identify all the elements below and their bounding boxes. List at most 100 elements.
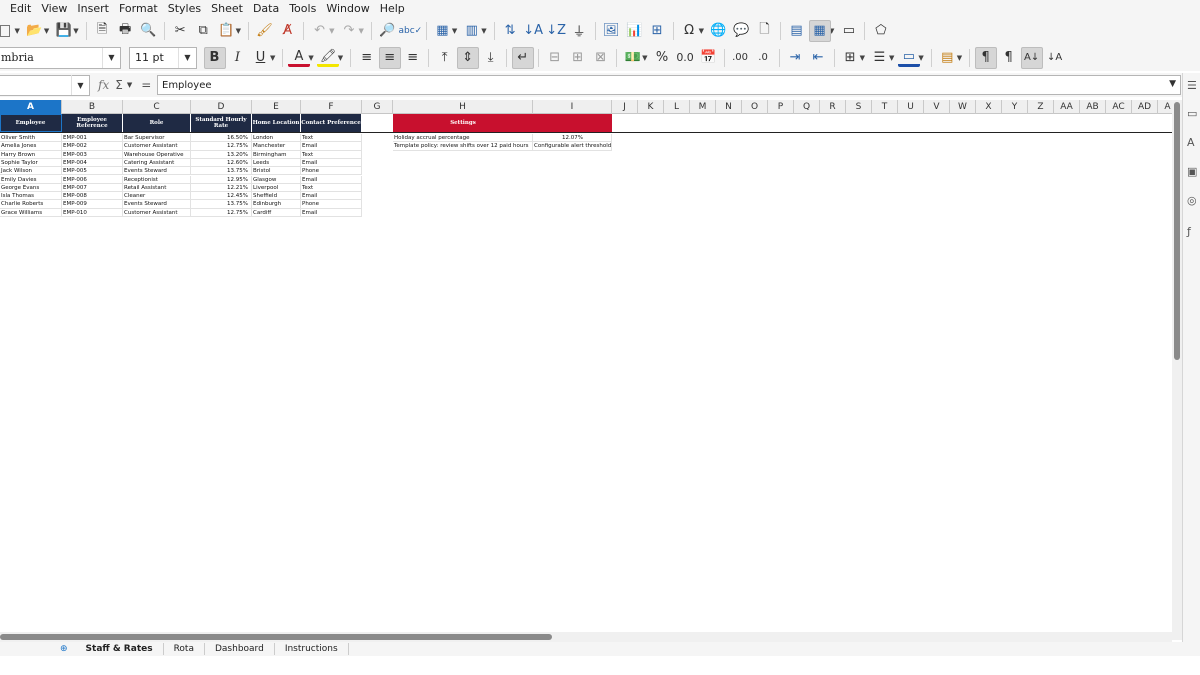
table-header-cell[interactable]: Standard Hourly Rate (191, 114, 252, 132)
table-cell[interactable]: Text (301, 183, 362, 193)
table-cell[interactable]: 12.75% (191, 142, 252, 151)
table-header-cell[interactable]: Role (123, 114, 191, 132)
table-cell[interactable]: 12.45% (191, 192, 252, 201)
paste-icon[interactable]: 📋 (215, 20, 237, 42)
border-style-icon[interactable]: ☰ (868, 47, 890, 69)
column-header[interactable]: V (924, 100, 950, 114)
sidebar-menu-icon[interactable]: ☰ (1187, 79, 1200, 93)
column-header[interactable]: M (690, 100, 716, 114)
table-cell[interactable]: Events Steward (123, 200, 191, 209)
table-cell[interactable]: 12.95% (191, 175, 252, 184)
column-header[interactable]: H (393, 100, 533, 114)
table-header-cell[interactable]: Employee (0, 114, 62, 132)
table-cell[interactable]: 13.75% (191, 200, 252, 209)
table-cell[interactable]: Text (301, 150, 362, 159)
menu-format[interactable]: Format (114, 0, 163, 17)
column-header[interactable]: C (123, 100, 191, 114)
tab-instructions[interactable]: Instructions (275, 643, 349, 655)
text-direction-ttb-icon[interactable]: ↓A (1044, 47, 1066, 69)
merge-center-icon[interactable]: ⊟ (544, 47, 566, 69)
column-header[interactable]: O (742, 100, 768, 114)
define-print-area-icon[interactable]: ▤ (786, 20, 808, 42)
headers-footers-icon[interactable]: 🗋 (754, 20, 776, 42)
export-pdf-icon[interactable]: 🗎 (91, 20, 113, 42)
horizontal-scrollbar[interactable] (0, 632, 1172, 642)
table-cell[interactable]: Bristol (252, 167, 301, 176)
open-icon[interactable]: 📂 (23, 20, 45, 42)
right-to-left-icon[interactable]: ¶ (998, 47, 1020, 69)
clone-formatting-icon[interactable]: 🖌 (254, 20, 276, 42)
pivot-table-icon[interactable]: ⊞ (646, 20, 668, 42)
column-header[interactable]: AD (1132, 100, 1158, 114)
text-direction-ltr-icon[interactable]: A↓ (1020, 46, 1043, 69)
column-header[interactable]: K (638, 100, 664, 114)
insert-chart-icon[interactable]: 📊 (623, 20, 645, 42)
align-bottom-icon[interactable]: ⤓ (480, 47, 502, 69)
table-header-cell[interactable]: Contact Preference (301, 114, 362, 132)
table-cell[interactable]: 12.60% (191, 158, 252, 168)
new-icon[interactable] (0, 20, 16, 42)
table-cell[interactable]: Phone (301, 200, 362, 209)
column-header[interactable]: R (820, 100, 846, 114)
font-size-box[interactable]: 11 pt ▼ (129, 46, 197, 69)
italic-icon[interactable]: I (227, 47, 249, 69)
table-cell[interactable]: EMP-003 (62, 150, 123, 159)
align-right-icon[interactable]: ≡ (402, 47, 424, 69)
table-cell[interactable]: Amelia Jones (0, 142, 62, 151)
split-window-icon[interactable]: ▭ (838, 20, 860, 42)
settings-cell[interactable]: Configurable alert threshold (533, 142, 612, 151)
table-cell[interactable]: Edinburgh (252, 200, 301, 209)
undo-icon[interactable]: ↶ (309, 20, 331, 42)
unmerge-cells-icon[interactable]: ⊠ (590, 47, 612, 69)
menu-edit[interactable]: Edit (0, 0, 36, 17)
settings-cell[interactable]: 12.07% (533, 134, 612, 143)
row-icon[interactable]: ▦ (431, 20, 453, 42)
styles-icon[interactable]: A (1187, 136, 1200, 150)
add-decimal-icon[interactable]: .00 (729, 47, 751, 69)
left-to-right-icon[interactable]: ¶ (974, 46, 997, 69)
table-cell[interactable]: Cardiff (252, 208, 301, 217)
align-left-icon[interactable]: ≡ (356, 47, 378, 69)
align-top-icon[interactable]: ⤒ (434, 47, 456, 69)
print-preview-icon[interactable]: 🔍 (137, 20, 159, 42)
delete-decimal-icon[interactable]: .0 (752, 47, 774, 69)
settings-cell[interactable]: Holiday accrual percentage (393, 134, 533, 143)
vertical-scroll-thumb[interactable] (1174, 102, 1180, 360)
table-cell[interactable]: Email (301, 175, 362, 184)
hyperlink-icon[interactable]: 🌐 (708, 20, 730, 42)
conditional-format-icon[interactable]: ▤ (936, 47, 958, 69)
table-cell[interactable]: Phone (301, 167, 362, 176)
number-format-icon[interactable]: 0.0 (674, 47, 696, 69)
borders-icon[interactable]: ⊞ (839, 47, 861, 69)
table-cell[interactable]: Email (301, 142, 362, 151)
show-draw-functions-icon[interactable]: ⬠ (870, 20, 892, 42)
table-cell[interactable]: EMP-006 (62, 175, 123, 184)
table-cell[interactable]: Isla Thomas (0, 192, 62, 201)
date-format-icon[interactable]: 📅 (697, 47, 719, 69)
table-cell[interactable]: EMP-010 (62, 208, 123, 217)
settings-header-value[interactable] (533, 114, 612, 132)
copy-icon[interactable]: ⧉ (192, 20, 214, 42)
highlight-color-icon[interactable]: 🖍 (317, 49, 340, 67)
table-cell[interactable]: Retail Assistant (123, 183, 191, 193)
table-cell[interactable]: Grace Williams (0, 208, 62, 217)
column-header[interactable]: N (716, 100, 742, 114)
merge-cells-icon[interactable]: ⊞ (567, 47, 589, 69)
horizontal-scroll-thumb[interactable] (0, 634, 552, 640)
sum-icon[interactable]: Σ (115, 78, 123, 92)
settings-header[interactable]: Settings (393, 114, 533, 132)
table-cell[interactable]: Email (301, 208, 362, 217)
column-header[interactable]: Q (794, 100, 820, 114)
table-cell[interactable]: EMP-004 (62, 158, 123, 168)
name-box[interactable]: ▼ (0, 74, 90, 96)
column-header[interactable]: S (846, 100, 872, 114)
table-cell[interactable]: London (252, 134, 301, 143)
table-cell[interactable]: Email (301, 158, 362, 168)
table-cell[interactable]: Manchester (252, 142, 301, 151)
navigator-icon[interactable]: ◎ (1187, 194, 1200, 208)
table-cell[interactable]: Cleaner (123, 192, 191, 201)
comment-icon[interactable]: 💬 (731, 20, 753, 42)
column-header[interactable]: L (664, 100, 690, 114)
expand-formula-icon[interactable]: ▼ (1169, 79, 1176, 89)
function-wizard-icon[interactable]: fx (98, 78, 109, 92)
